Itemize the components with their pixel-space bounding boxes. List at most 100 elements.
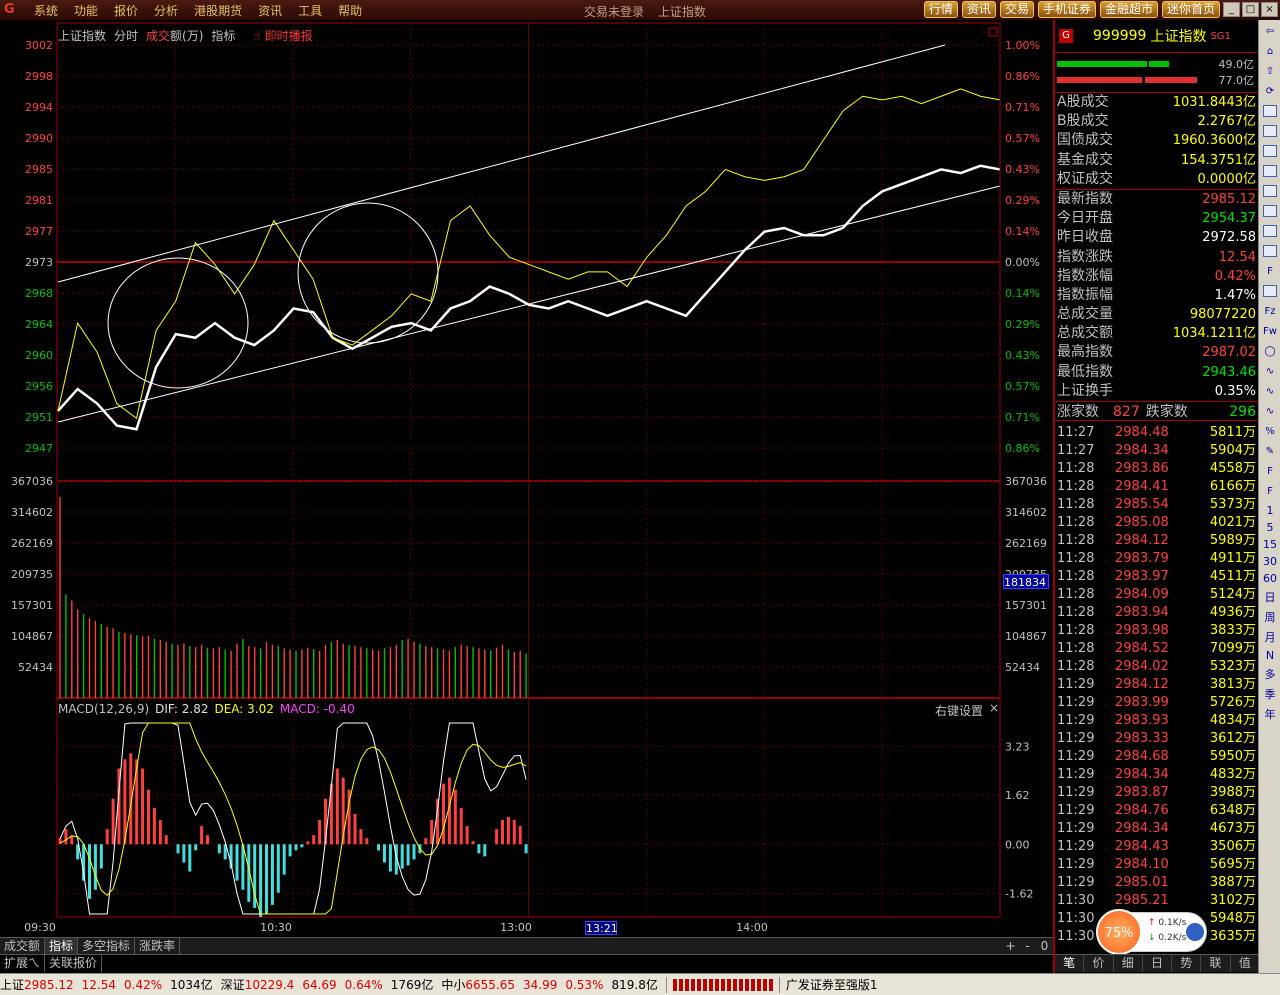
tick-volume: 3833万 (1209, 623, 1256, 638)
trend-icon[interactable] (1261, 182, 1279, 200)
back-arrow-icon[interactable]: ⇦ (1261, 22, 1279, 40)
home-icon[interactable]: ⌂ (1261, 42, 1279, 60)
compare-icon[interactable] (1261, 242, 1279, 260)
price-tick-right: 0.71% (1005, 411, 1040, 424)
broadcast-link[interactable]: ☝ 即时播报 (253, 27, 312, 44)
tab-indicators[interactable]: 指标 (45, 938, 79, 954)
tab-adv-dec-rate[interactable]: 涨跌率 (135, 938, 181, 954)
fl-icon[interactable]: F (1261, 482, 1279, 500)
tick-time: 11:29 (1057, 821, 1095, 836)
f10-icon[interactable]: F (1261, 262, 1279, 280)
mini-home-button[interactable]: 迷你首页 (1161, 1, 1220, 18)
tab-detail[interactable]: 细 (1114, 955, 1143, 972)
sz-amount: 1769亿 (390, 978, 434, 992)
related-quotes-button[interactable]: 关联报价 (45, 955, 103, 972)
period-button[interactable]: 年 (1261, 706, 1279, 722)
zoom-in-button[interactable]: + (1002, 938, 1019, 954)
up-arrow-icon: ↑ (1148, 918, 1156, 928)
menu-analysis[interactable]: 分析 (146, 2, 186, 19)
tab-trades[interactable]: 笔 (1055, 955, 1085, 972)
period-button[interactable]: 月 (1261, 629, 1279, 645)
tab-trend[interactable]: 势 (1172, 955, 1202, 972)
circle-icon[interactable]: ◯ (1261, 342, 1279, 360)
zoom-reset-button[interactable]: 0 (1036, 938, 1053, 954)
price-tick-left: 2981 (25, 194, 53, 207)
volume-tick-left: 52434 (18, 661, 53, 674)
menu-hk-futures[interactable]: 港股期货 (186, 2, 250, 19)
list-icon[interactable] (1261, 122, 1279, 140)
tab-value[interactable]: 值 (1231, 955, 1260, 972)
page-icon[interactable] (1261, 282, 1279, 300)
maximize-icon[interactable]: □ (1242, 2, 1259, 17)
wave2-icon[interactable]: ∿ (1261, 382, 1279, 400)
fw-icon[interactable]: Fw (1261, 322, 1279, 340)
tick-time: 11:28 (1057, 461, 1095, 476)
macd-settings-link[interactable]: 右键设置 (935, 702, 983, 719)
trade-button[interactable]: 交易 (999, 1, 1034, 18)
zoom-out-button[interactable]: - (1019, 938, 1036, 954)
network-speed-widget[interactable]: 75% ↑ 0.1K/s ↓ 0.2K/s (1096, 909, 1207, 955)
period-button[interactable]: 季 (1261, 686, 1279, 702)
period-button[interactable]: 15 (1261, 538, 1279, 551)
tab-price[interactable]: 价 (1084, 955, 1114, 972)
tab-day[interactable]: 日 (1143, 955, 1173, 972)
expand-button[interactable]: 扩展ㄟ (0, 955, 46, 972)
percent-icon[interactable]: % (1261, 422, 1279, 440)
menu-quote[interactable]: 报价 (106, 2, 146, 19)
period-button[interactable]: 60 (1261, 572, 1279, 585)
wave3-icon[interactable]: ∿ (1261, 402, 1279, 420)
tab-turnover[interactable]: 成交额 (0, 938, 46, 954)
compare-glyph (1263, 245, 1277, 257)
pencil-icon[interactable]: ✎ (1261, 442, 1279, 460)
quotes-button[interactable]: 行情 (923, 1, 958, 18)
refresh-icon[interactable]: ⟳ (1261, 82, 1279, 100)
tick-row: 11:28 2983.98 3833万 (1055, 622, 1260, 640)
table-icon[interactable] (1261, 102, 1279, 120)
tick-price: 2984.76 (1115, 803, 1169, 818)
period-button[interactable]: 5 (1261, 521, 1279, 534)
fs-icon[interactable]: F (1261, 462, 1279, 480)
up-icon[interactable]: ⇧ (1261, 62, 1279, 80)
price-tick-right: 0.86% (1005, 70, 1040, 83)
fz-icon[interactable]: Fz (1261, 302, 1279, 320)
chart-canvas[interactable]: 3002 1.00% 2998 0.86% 2994 0.71% 2990 0.57% 2985… (0, 20, 1053, 937)
tick-list[interactable]: 11:27 2984.48 5811万 11:27 2984.34 5904万 11:28 2… (1055, 424, 1260, 946)
tick-row: 11:28 2984.41 6166万 (1055, 478, 1260, 496)
period-button[interactable]: N (1261, 649, 1279, 662)
tab-indicator[interactable]: 指标 (211, 27, 235, 44)
close-icon[interactable]: × (1261, 2, 1278, 17)
tick-price: 2984.34 (1115, 767, 1169, 782)
menu-tools[interactable]: 工具 (290, 2, 330, 19)
tab-fenshi[interactable]: 分时 (114, 27, 138, 44)
tab-linked[interactable]: 联 (1201, 955, 1231, 972)
period-button[interactable]: 1 (1261, 504, 1279, 517)
stat-label: 国债成交 (1057, 132, 1113, 149)
candle-icon[interactable] (1261, 162, 1279, 180)
chart-area[interactable]: 3002 1.00% 2998 0.86% 2994 0.71% 2990 0.57% 2985… (0, 20, 1053, 937)
tick-price: 2984.02 (1115, 659, 1169, 674)
menu-system[interactable]: 系统 (26, 2, 66, 19)
period-button[interactable]: 30 (1261, 555, 1279, 568)
grid-icon[interactable] (1261, 202, 1279, 220)
tab-bull-bear[interactable]: 多空指标 (78, 938, 136, 954)
mobile-securities-button[interactable]: 手机证券 (1037, 1, 1096, 18)
wave-icon[interactable]: ∿ (1261, 362, 1279, 380)
toolbar-buttons: 行情 资讯 交易 手机证券 金融超市 迷你首页 (920, 1, 1220, 18)
tick-price: 2984.48 (1115, 425, 1169, 440)
period-button[interactable]: 周 (1261, 609, 1279, 625)
finance-market-button[interactable]: 金融超市 (1099, 1, 1158, 18)
menu-function[interactable]: 功能 (66, 2, 106, 19)
macd-close-icon[interactable]: × (989, 701, 999, 715)
menu-help[interactable]: 帮助 (330, 2, 370, 19)
tick-price: 2983.79 (1115, 551, 1169, 566)
stat-row: 最高指数 2987.02 (1055, 343, 1260, 362)
report-icon[interactable] (1261, 222, 1279, 240)
period-button[interactable]: 日 (1261, 589, 1279, 605)
tab-volume[interactable]: 成交额(万) (146, 27, 203, 44)
minimize-icon[interactable]: _ (1223, 2, 1240, 17)
macd-tick-right: 3.23 (1005, 740, 1030, 753)
menu-news[interactable]: 资讯 (250, 2, 290, 19)
news-button[interactable]: 资讯 (961, 1, 996, 18)
period-button[interactable]: 多 (1261, 666, 1279, 682)
chart-icon[interactable] (1261, 142, 1279, 160)
